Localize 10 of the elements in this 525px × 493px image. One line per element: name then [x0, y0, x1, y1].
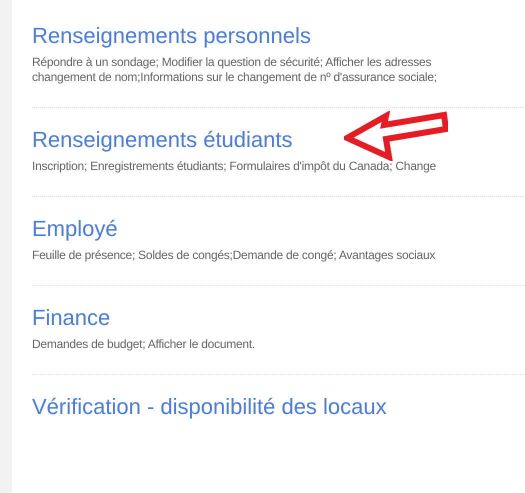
section-link[interactable]: Renseignements étudiants [32, 127, 292, 153]
section-description: Répondre à un sondage; Modifier la question de sécurité; Afficher les adresses [32, 55, 432, 70]
section-description: Demandes de budget; Afficher le document. [32, 337, 256, 352]
section-description: changement de nom;Informations sur le changement de nº d'assurance sociale; [32, 70, 437, 85]
section-description: Inscription; Enregistrements étudiants; Formulaires d'impôt du Canada; Change [32, 159, 436, 174]
section-link[interactable]: Vérification - disponibilité des locaux [32, 394, 387, 420]
section-link[interactable]: Finance [32, 305, 110, 331]
section-link[interactable]: Renseignements personnels [32, 23, 311, 49]
section-link[interactable]: Employé [32, 216, 118, 242]
section-description: Feuille de présence; Soldes de congés;Demande de congé; Avantages sociaux [32, 248, 436, 263]
